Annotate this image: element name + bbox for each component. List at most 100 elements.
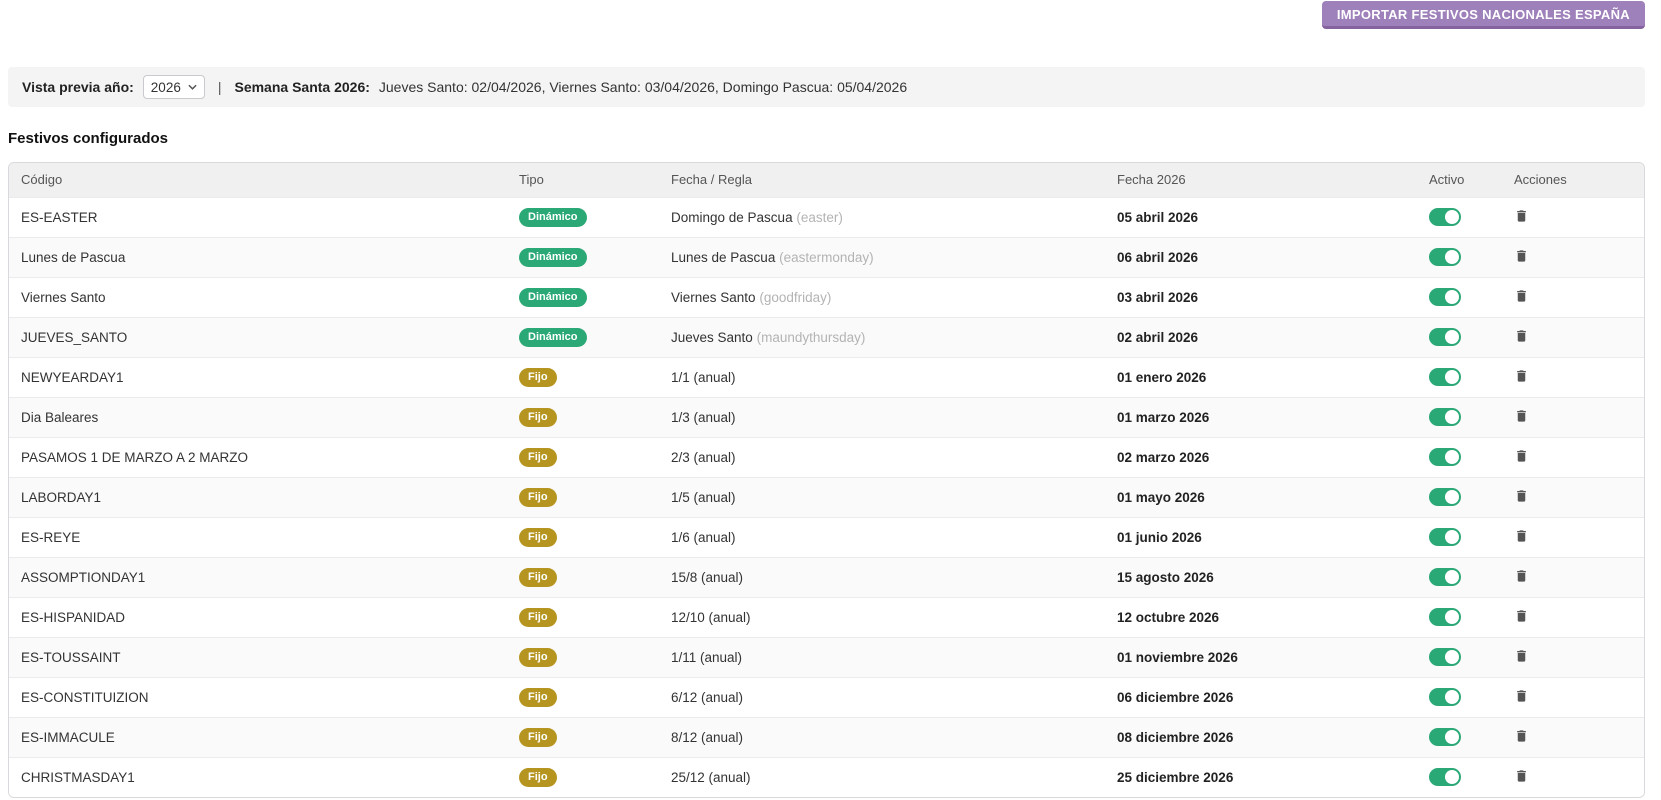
acciones-cell [1502, 437, 1644, 477]
fecha-cell: 15 agosto 2026 [1105, 557, 1417, 597]
active-toggle[interactable] [1429, 248, 1461, 266]
table-row: Lunes de Pascua Dinámico Lunes de Pascua… [9, 237, 1644, 277]
regla-cell: 6/12 (anual) [659, 677, 1105, 717]
activo-cell [1417, 437, 1502, 477]
delete-button[interactable] [1514, 368, 1529, 384]
fecha-value: 08 diciembre 2026 [1117, 729, 1234, 745]
active-toggle[interactable] [1429, 648, 1461, 666]
delete-button[interactable] [1514, 608, 1529, 624]
codigo-cell: JUEVES_SANTO [21, 329, 128, 345]
regla-text: 25/12 (anual) [671, 769, 751, 785]
delete-button[interactable] [1514, 448, 1529, 464]
table-row: LABORDAY1 Fijo 1/5 (anual) 01 mayo 2026 [9, 477, 1644, 517]
delete-button[interactable] [1514, 208, 1529, 224]
active-toggle[interactable] [1429, 728, 1461, 746]
tipo-badge: Dinámico [519, 247, 587, 267]
active-toggle[interactable] [1429, 488, 1461, 506]
regla-cell: Jueves Santo (maundythursday) [659, 317, 1105, 357]
import-national-holidays-button[interactable]: IMPORTAR FESTIVOS NACIONALES ESPAÑA [1321, 1, 1645, 29]
table-row: ASSOMPTIONDAY1 Fijo 15/8 (anual) 15 agos… [9, 557, 1644, 597]
toggle-knob [1445, 370, 1459, 384]
tipo-cell: Dinámico [507, 317, 659, 357]
active-toggle[interactable] [1429, 768, 1461, 786]
fecha-cell: 02 marzo 2026 [1105, 437, 1417, 477]
tipo-badge: Fijo [519, 687, 557, 707]
codigo-cell: ES-IMMACULE [21, 729, 115, 745]
active-toggle[interactable] [1429, 408, 1461, 426]
activo-cell [1417, 357, 1502, 397]
table-row: ES-EASTER Dinámico Domingo de Pascua (ea… [9, 197, 1644, 237]
delete-button[interactable] [1514, 688, 1529, 704]
semana-santa-label: Semana Santa 2026: [234, 79, 370, 95]
trash-icon [1517, 529, 1526, 542]
activo-cell [1417, 397, 1502, 437]
tipo-badge: Fijo [519, 607, 557, 627]
delete-button[interactable] [1514, 568, 1529, 584]
fecha-value: 06 abril 2026 [1117, 249, 1199, 265]
regla-cell: 15/8 (anual) [659, 557, 1105, 597]
fecha-cell: 02 abril 2026 [1105, 317, 1417, 357]
fecha-cell: 08 diciembre 2026 [1105, 717, 1417, 757]
regla-text: Jueves Santo [671, 329, 753, 345]
semana-santa-dates: Jueves Santo: 02/04/2026, Viernes Santo:… [378, 79, 908, 95]
activo-cell [1417, 237, 1502, 277]
table-row: ES-TOUSSAINT Fijo 1/11 (anual) 01 noviem… [9, 637, 1644, 677]
tipo-badge: Dinámico [519, 287, 587, 307]
tipo-cell: Fijo [507, 477, 659, 517]
regla-text: Domingo de Pascua [671, 209, 793, 225]
fecha-value: 06 diciembre 2026 [1117, 689, 1234, 705]
acciones-cell [1502, 477, 1644, 517]
delete-button[interactable] [1514, 528, 1529, 544]
regla-text: 1/5 (anual) [671, 489, 736, 505]
delete-button[interactable] [1514, 248, 1529, 264]
toggle-knob [1445, 730, 1459, 744]
active-toggle[interactable] [1429, 568, 1461, 586]
delete-button[interactable] [1514, 648, 1529, 664]
regla-cell: Lunes de Pascua (eastermonday) [659, 237, 1105, 277]
active-toggle[interactable] [1429, 208, 1461, 226]
regla-text: 15/8 (anual) [671, 569, 744, 585]
active-toggle[interactable] [1429, 448, 1461, 466]
trash-icon [1517, 209, 1526, 222]
active-toggle[interactable] [1429, 288, 1461, 306]
acciones-cell [1502, 757, 1644, 797]
acciones-cell [1502, 197, 1644, 237]
delete-button[interactable] [1514, 288, 1529, 304]
regla-cell: 2/3 (anual) [659, 437, 1105, 477]
active-toggle[interactable] [1429, 528, 1461, 546]
active-toggle[interactable] [1429, 368, 1461, 386]
active-toggle[interactable] [1429, 688, 1461, 706]
active-toggle[interactable] [1429, 328, 1461, 346]
activo-cell [1417, 197, 1502, 237]
activo-cell [1417, 317, 1502, 357]
delete-button[interactable] [1514, 328, 1529, 344]
codigo-cell: LABORDAY1 [21, 489, 102, 505]
table-row: Dia Baleares Fijo 1/3 (anual) 01 marzo 2… [9, 397, 1644, 437]
page-title: Festivos configurados [8, 130, 169, 147]
toggle-knob [1445, 770, 1459, 784]
regla-cell: 1/5 (anual) [659, 477, 1105, 517]
table-row: ES-CONSTITUIZION Fijo 6/12 (anual) 06 di… [9, 677, 1644, 717]
toggle-knob [1445, 290, 1459, 304]
tipo-badge: Fijo [519, 367, 557, 387]
year-select[interactable]: 2026 [142, 75, 205, 99]
fecha-cell: 05 abril 2026 [1105, 197, 1417, 237]
acciones-cell [1502, 677, 1644, 717]
delete-button[interactable] [1514, 408, 1529, 424]
regla-text: 1/11 (anual) [671, 649, 743, 665]
fecha-cell: 01 enero 2026 [1105, 357, 1417, 397]
delete-button[interactable] [1514, 488, 1529, 504]
active-toggle[interactable] [1429, 608, 1461, 626]
tipo-badge: Fijo [519, 487, 557, 507]
codigo-cell: CHRISTMASDAY1 [21, 769, 135, 785]
regla-text: 1/1 (anual) [671, 369, 736, 385]
fecha-value: 25 diciembre 2026 [1117, 769, 1234, 785]
toggle-knob [1445, 570, 1459, 584]
regla-cell: 12/10 (anual) [659, 597, 1105, 637]
acciones-cell [1502, 637, 1644, 677]
fecha-value: 01 noviembre 2026 [1117, 649, 1238, 665]
delete-button[interactable] [1514, 768, 1529, 784]
codigo-cell: Viernes Santo [21, 289, 106, 305]
acciones-cell [1502, 237, 1644, 277]
delete-button[interactable] [1514, 728, 1529, 744]
